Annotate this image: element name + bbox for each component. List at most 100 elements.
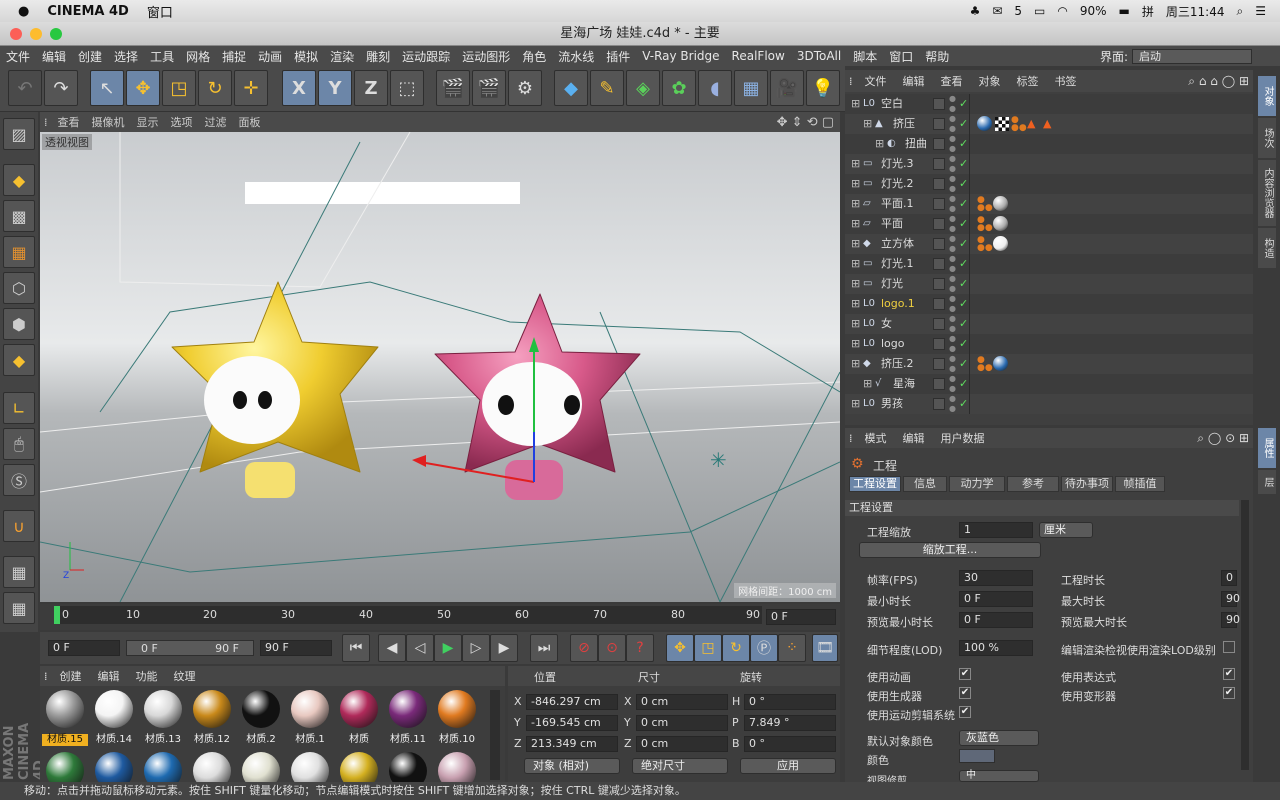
object-menu-item[interactable]: 书签	[1047, 73, 1085, 89]
preview-range-slider[interactable]: 0 F 90 F	[126, 640, 254, 656]
material-swatch[interactable]: 材质.10	[434, 688, 480, 746]
menu-item[interactable]: 动画	[252, 48, 288, 65]
material-swatch[interactable]: 材质.11	[385, 688, 431, 746]
object-row[interactable]: ⊞ ▭ 灯光 ● ● ✓	[845, 274, 1253, 294]
tweak-mode-icon[interactable]: 🖱	[3, 428, 35, 460]
layer-toggle[interactable]	[933, 98, 945, 110]
display-icon[interactable]: ▭	[1034, 4, 1045, 18]
rotation-field[interactable]: 7.849 °	[744, 715, 836, 731]
lod-field[interactable]: 100 %	[959, 640, 1033, 656]
enabled-check-icon[interactable]: ✓	[959, 334, 968, 354]
material-swatch[interactable]	[434, 750, 480, 782]
material-menu-item[interactable]: 编辑	[90, 668, 128, 684]
visibility-dots[interactable]: ● ●	[949, 254, 956, 274]
viewport-menu-item[interactable]: 查看	[52, 114, 86, 130]
object-name[interactable]: 挤压	[893, 114, 915, 134]
object-menu-item[interactable]: 文件	[857, 73, 895, 89]
object-row[interactable]: ⊞ ◐ 扭曲 ● ● ✓	[845, 134, 1253, 154]
expand-icon[interactable]: ⊞	[851, 94, 860, 114]
goto-start-icon[interactable]: ⏮	[342, 634, 370, 662]
rotation-field[interactable]: 0 °	[744, 694, 836, 710]
menu-item[interactable]: 角色	[516, 48, 552, 65]
material-swatch[interactable]: 材质	[336, 688, 382, 746]
project-scale-field[interactable]: 1	[959, 522, 1033, 538]
object-row[interactable]: ⊞ ◆ 挤压.2 ● ● ✓ ● ●●	[845, 354, 1253, 374]
generator-icon[interactable]: ◈	[626, 70, 660, 106]
enabled-check-icon[interactable]: ✓	[959, 354, 968, 374]
material-tag-icon[interactable]	[993, 196, 1008, 211]
z-axis-lock-button[interactable]: Z	[354, 70, 388, 106]
size-mode-dropdown[interactable]: 绝对尺寸	[632, 758, 728, 774]
phong-tag-icon[interactable]: ● ●●	[977, 236, 993, 253]
object-row[interactable]: ⊞ ▭ 灯光.1 ● ● ✓	[845, 254, 1253, 274]
x-axis-lock-button[interactable]: X	[282, 70, 316, 106]
viewport-menu-item[interactable]: 显示	[131, 114, 165, 130]
side-tab-objects[interactable]: 对象	[1258, 76, 1276, 116]
layout-dropdown[interactable]: 启动	[1132, 48, 1252, 64]
menu-item[interactable]: 3DToAll	[791, 49, 847, 63]
clock[interactable]: 周三11:44	[1166, 3, 1225, 20]
minimize-window-button[interactable]	[30, 28, 42, 40]
attr-scrollbar[interactable]	[1241, 500, 1249, 770]
max-time-field[interactable]: 90	[1221, 591, 1240, 607]
notification-icon[interactable]: ☰	[1255, 4, 1266, 18]
polygons-mode-icon[interactable]: ◆	[3, 344, 35, 376]
object-name[interactable]: 灯光	[881, 274, 903, 294]
wechat-icon[interactable]: ✉	[992, 4, 1002, 18]
preview-max-field[interactable]: 90	[1221, 612, 1240, 628]
menu-item[interactable]: V-Ray Bridge	[636, 49, 725, 63]
close-window-button[interactable]	[10, 28, 22, 40]
object-name[interactable]: 空白	[881, 94, 903, 114]
expand-icon[interactable]: ⊞	[851, 294, 860, 314]
qq-icon[interactable]: ♣	[970, 4, 981, 18]
redo-icon[interactable]: ↷	[44, 70, 78, 106]
menu-item[interactable]: 窗口	[883, 48, 919, 65]
material-swatch[interactable]: 材质.12	[189, 688, 235, 746]
material-swatch[interactable]	[91, 750, 137, 782]
tab-todo[interactable]: 待办事项	[1061, 476, 1113, 492]
phong-tag-icon[interactable]: ● ●●	[977, 216, 993, 233]
scale-project-button[interactable]: 缩放工程...	[859, 542, 1041, 558]
material-menu-item[interactable]: 创建	[52, 668, 90, 684]
material-swatch[interactable]: 材质.15	[42, 688, 88, 746]
points-mode-icon[interactable]: ⬡	[3, 272, 35, 304]
key-scale-icon[interactable]: ◳	[694, 634, 722, 662]
object-row[interactable]: ⊞ ▲ 挤压 ● ● ✓ ● ●● ▲ ▲	[845, 114, 1253, 134]
apply-button[interactable]: 应用	[740, 758, 836, 774]
min-time-field[interactable]: 0 F	[959, 591, 1033, 607]
use-expression-checkbox[interactable]: ✔	[1223, 668, 1235, 680]
visibility-dots[interactable]: ● ●	[949, 294, 956, 314]
attr-panel-tools[interactable]: ⌕ ◯ ⊙ ⊞	[1197, 431, 1253, 446]
end-frame-field[interactable]: 90 F	[260, 640, 332, 656]
tab-project-settings[interactable]: 工程设置	[849, 476, 901, 492]
render-settings-icon[interactable]: ⚙	[508, 70, 542, 106]
material-tag-icon[interactable]	[993, 356, 1008, 371]
film-icon[interactable]: 🎞	[812, 634, 838, 662]
object-row[interactable]: ⊞ L0 男孩 ● ● ✓	[845, 394, 1253, 414]
panel-handle-icon[interactable]: ⁞	[845, 75, 857, 88]
layer-toggle[interactable]	[933, 378, 945, 390]
attr-menu-item[interactable]: 模式	[857, 430, 895, 446]
visibility-dots[interactable]: ● ●	[949, 154, 956, 174]
viewport-nav-icons[interactable]: ✥ ⇕ ⟲ ▢	[771, 115, 840, 130]
tab-info[interactable]: 信息	[903, 476, 947, 492]
key-pla-icon[interactable]: ⁘	[778, 634, 806, 662]
object-name[interactable]: 扭曲	[905, 134, 927, 154]
attr-menu-item[interactable]: 用户数据	[933, 430, 993, 446]
menu-item[interactable]: 模拟	[288, 48, 324, 65]
expand-icon[interactable]: ⊞	[851, 274, 860, 294]
side-tab-structure[interactable]: 构造	[1258, 228, 1276, 268]
layer-toggle[interactable]	[933, 118, 945, 130]
start-frame-field[interactable]: 0 F	[48, 640, 120, 656]
enabled-check-icon[interactable]: ✓	[959, 134, 968, 154]
viewport-menu-item[interactable]: 面板	[233, 114, 267, 130]
spotlight-icon[interactable]: ⌕	[1237, 4, 1244, 19]
viewport-menu-item[interactable]: 摄像机	[86, 114, 131, 130]
object-row[interactable]: ⊞ ▭ 灯光.3 ● ● ✓	[845, 154, 1253, 174]
coordinate-system-icon[interactable]: ⬚	[390, 70, 424, 106]
wifi-icon[interactable]: ◠	[1057, 4, 1067, 18]
object-name[interactable]: 灯光.1	[881, 254, 914, 274]
object-row[interactable]: ⊞ ▱ 平面 ● ● ✓ ● ●●	[845, 214, 1253, 234]
make-editable-icon[interactable]: ▨	[3, 118, 35, 150]
enabled-check-icon[interactable]: ✓	[959, 174, 968, 194]
